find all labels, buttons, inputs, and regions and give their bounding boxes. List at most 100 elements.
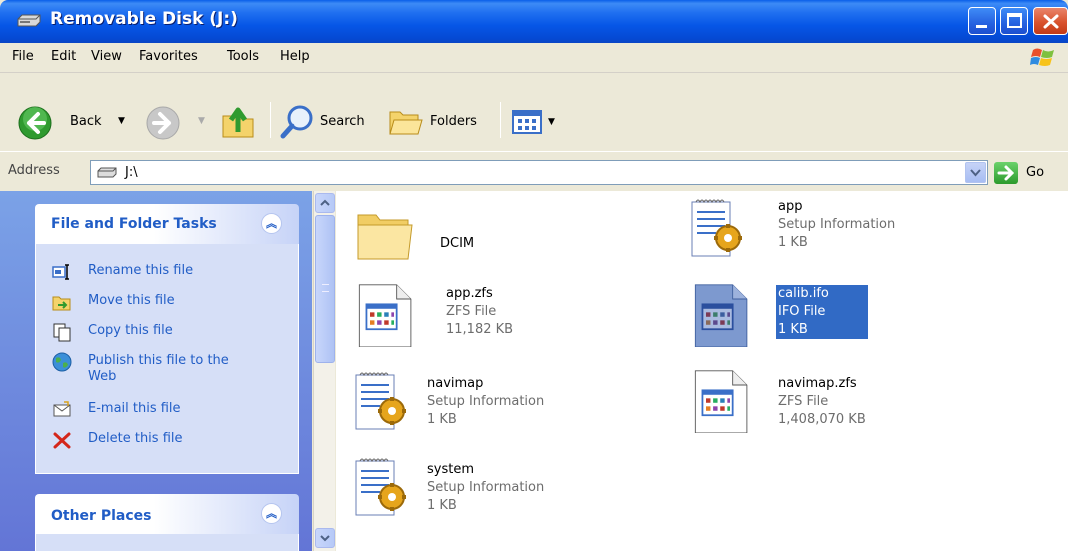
folders-icon [389, 111, 423, 135]
email-icon [53, 401, 71, 417]
drive-icon [97, 167, 117, 178]
close-icon [1043, 14, 1059, 29]
folders-button[interactable]: Folders [388, 104, 492, 144]
menu-bar: File Edit View Favorites Tools Help [0, 43, 1068, 73]
file-name: navimap [427, 376, 484, 391]
scroll-up-button[interactable] [315, 193, 335, 213]
vertical-scrollbar[interactable] [313, 191, 335, 551]
task-email-label: E-mail this file [88, 401, 181, 416]
window-title: Removable Disk (J:) [50, 9, 238, 29]
toolbar-separator [500, 102, 501, 138]
delete-icon [53, 432, 71, 449]
close-button[interactable] [1033, 7, 1068, 35]
menu-help[interactable]: Help [280, 49, 310, 64]
file-item-dcim[interactable]: DCIM [354, 203, 654, 275]
scroll-grip [322, 284, 329, 292]
minimize-icon [976, 25, 987, 28]
file-type: Setup Information [427, 394, 545, 409]
menu-favorites[interactable]: Favorites [139, 49, 198, 64]
scroll-thumb[interactable] [315, 215, 335, 363]
chevron-down-icon [970, 169, 981, 177]
standard-toolbar: Back ▼ ▼ Search Folders ▼ [0, 74, 1068, 151]
file-type: ZFS File [778, 394, 829, 409]
search-button[interactable]: Search [280, 104, 380, 144]
file-size: 1,408,070 KB [778, 412, 866, 427]
file-list-view[interactable]: DCIM app Setup Information 1 KB app.zfs … [336, 191, 1068, 551]
search-label: Search [320, 114, 365, 129]
copy-icon [53, 323, 71, 342]
chevron-up-icon [320, 199, 330, 206]
chevron-down-icon [320, 535, 330, 542]
forward-arrow-icon [146, 106, 180, 140]
task-move-label: Move this file [88, 293, 175, 308]
generic-app-file-icon [694, 284, 748, 347]
menu-edit[interactable]: Edit [51, 49, 76, 64]
file-folder-tasks-body: Rename this file Move this file Copy thi… [35, 244, 299, 474]
file-folder-tasks-panel: File and Folder Tasks ︽ Rename this file… [35, 204, 299, 474]
file-size: 1 KB [778, 322, 808, 337]
task-copy-label: Copy this file [88, 323, 173, 338]
toolbar-separator [270, 102, 271, 138]
file-name: app.zfs [446, 286, 493, 301]
back-arrow-icon [18, 106, 52, 140]
go-arrow-icon [997, 165, 1015, 181]
address-value: J:\ [125, 165, 138, 180]
go-label[interactable]: Go [1026, 165, 1044, 180]
task-rename-label: Rename this file [88, 263, 194, 278]
file-item-navimap[interactable]: navimap Setup Information 1 KB [350, 371, 650, 443]
publish-web-icon [52, 352, 72, 372]
file-item-app-zfs[interactable]: app.zfs ZFS File 11,182 KB [354, 283, 654, 355]
setup-info-icon [355, 458, 406, 516]
menu-tools[interactable]: Tools [227, 49, 259, 64]
file-item-app[interactable]: app Setup Information 1 KB [686, 198, 986, 270]
minimize-button[interactable] [968, 7, 996, 35]
menu-file[interactable]: File [12, 49, 34, 64]
title-bar[interactable]: Removable Disk (J:) [0, 0, 1068, 43]
file-type: ZFS File [446, 304, 497, 319]
views-button[interactable]: ▼ [512, 108, 562, 138]
task-delete-label: Delete this file [88, 431, 183, 446]
collapse-up-icon[interactable]: ︽ [261, 213, 282, 234]
task-publish-web-label: Publish this file to the [88, 353, 229, 368]
file-item-navimap-zfs[interactable]: navimap.zfs ZFS File 1,408,070 KB [690, 369, 990, 441]
file-type: IFO File [778, 304, 826, 319]
menu-view[interactable]: View [91, 49, 122, 64]
forward-dropdown-icon: ▼ [198, 116, 205, 126]
search-icon [280, 105, 313, 139]
other-places-panel: Other Places ︽ [35, 494, 299, 551]
file-type: Setup Information [427, 480, 545, 495]
up-folder-icon[interactable] [220, 104, 256, 140]
collapse-up-icon[interactable]: ︽ [261, 503, 282, 524]
forward-button[interactable]: ▼ [146, 104, 210, 144]
file-type: Setup Information [778, 217, 896, 232]
generic-app-file-icon [694, 370, 748, 433]
windows-logo-icon [1030, 48, 1054, 66]
move-icon [52, 296, 71, 311]
go-button[interactable] [994, 162, 1018, 184]
folder-icon [357, 214, 413, 260]
file-name: navimap.zfs [778, 376, 857, 391]
other-places-header[interactable]: Other Places ︽ [35, 494, 299, 534]
file-name: app [778, 199, 803, 214]
setup-info-icon [691, 199, 742, 257]
file-name: system [427, 462, 474, 477]
address-dropdown-button[interactable] [965, 162, 986, 183]
address-bar: Address J:\ Go [0, 151, 1068, 191]
task-publish-web-label-2: Web [88, 369, 117, 384]
file-size: 1 KB [427, 412, 457, 427]
views-icon [512, 110, 542, 134]
maximize-button[interactable] [1000, 7, 1028, 35]
address-input[interactable]: J:\ [90, 160, 988, 185]
back-dropdown-icon: ▼ [118, 116, 125, 126]
address-label: Address [8, 163, 60, 178]
scroll-down-button[interactable] [315, 528, 335, 548]
other-places-title: Other Places [51, 508, 152, 524]
task-pane: File and Folder Tasks ︽ Rename this file… [0, 191, 312, 551]
back-label: Back [70, 114, 102, 129]
generic-app-file-icon [358, 284, 412, 347]
file-folder-tasks-header[interactable]: File and Folder Tasks ︽ [35, 204, 299, 244]
file-size: 1 KB [778, 235, 808, 250]
back-button[interactable]: Back ▼ [18, 104, 128, 144]
file-item-calib-ifo[interactable]: calib.ifo IFO File 1 KB [690, 283, 990, 355]
file-item-system[interactable]: system Setup Information 1 KB [350, 457, 650, 529]
